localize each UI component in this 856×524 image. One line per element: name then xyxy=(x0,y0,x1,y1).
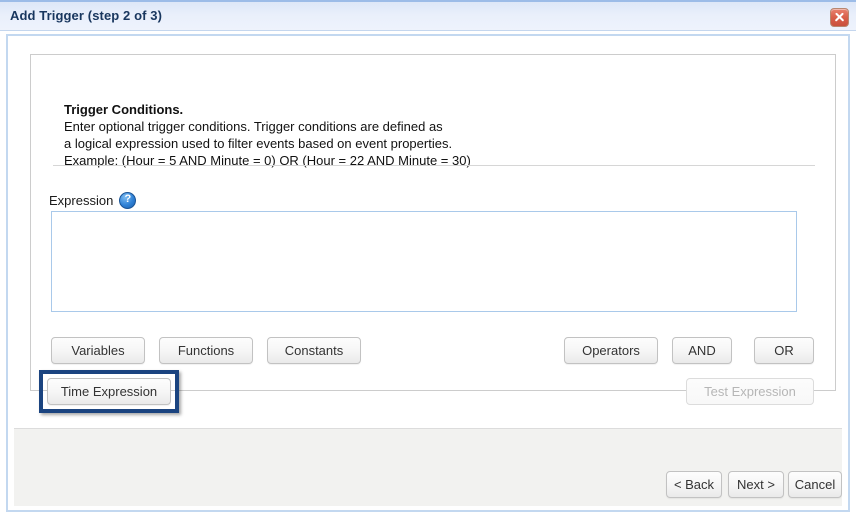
variables-button[interactable]: Variables xyxy=(51,337,145,364)
description-line-1: Enter optional trigger conditions. Trigg… xyxy=(64,119,443,134)
add-trigger-dialog: Add Trigger (step 2 of 3) Trigger Condit… xyxy=(0,0,856,524)
help-icon[interactable]: ? xyxy=(119,192,137,209)
dialog-footer: < Back Next > Cancel xyxy=(14,428,842,506)
section-divider xyxy=(53,165,815,166)
operators-button[interactable]: Operators xyxy=(564,337,658,364)
time-expression-button[interactable]: Time Expression xyxy=(47,378,171,405)
trigger-conditions-panel: Trigger Conditions. Enter optional trigg… xyxy=(30,54,836,413)
intro-text-block: Trigger Conditions. Enter optional trigg… xyxy=(64,101,804,169)
close-icon[interactable] xyxy=(830,8,849,27)
dialog-titlebar: Add Trigger (step 2 of 3) xyxy=(0,0,856,31)
cancel-button[interactable]: Cancel xyxy=(788,471,842,498)
help-icon-glyph: ? xyxy=(124,193,132,205)
constants-button[interactable]: Constants xyxy=(267,337,361,364)
back-button[interactable]: < Back xyxy=(666,471,722,498)
functions-button[interactable]: Functions xyxy=(159,337,253,364)
or-button[interactable]: OR xyxy=(754,337,814,364)
dialog-content-frame: Trigger Conditions. Enter optional trigg… xyxy=(6,34,850,512)
panel-heading: Trigger Conditions. xyxy=(64,102,184,117)
expression-input[interactable] xyxy=(51,211,797,312)
description-line-3: Example: (Hour = 5 AND Minute = 0) OR (H… xyxy=(64,153,471,168)
expression-label: Expression xyxy=(49,193,114,208)
next-button[interactable]: Next > xyxy=(728,471,784,498)
expression-label-row: Expression ? xyxy=(49,192,137,209)
dialog-title: Add Trigger (step 2 of 3) xyxy=(10,8,163,23)
description-line-2: a logical expression used to filter even… xyxy=(64,136,453,151)
test-expression-button: Test Expression xyxy=(686,378,814,405)
and-button[interactable]: AND xyxy=(672,337,732,364)
